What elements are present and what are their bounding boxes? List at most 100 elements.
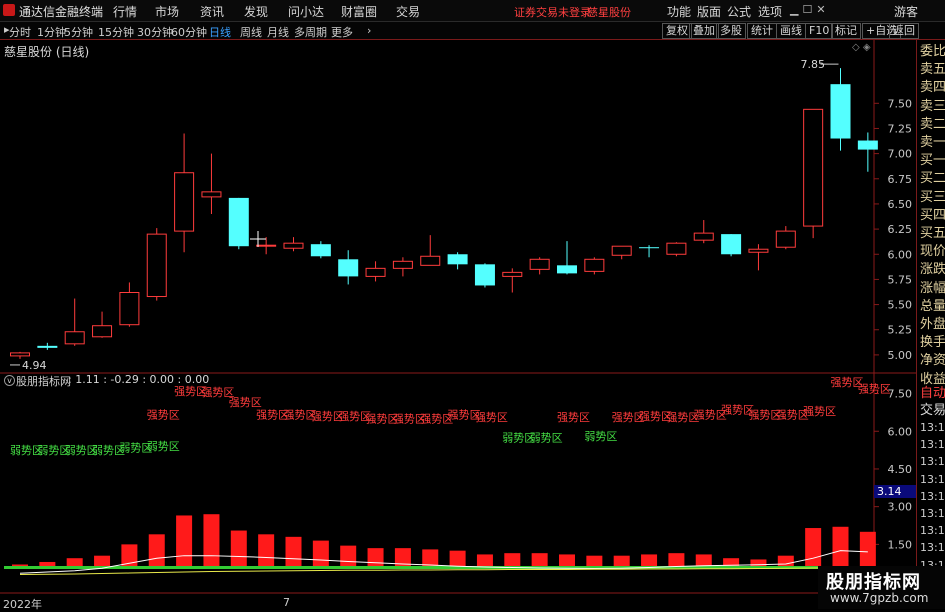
candle-body-up[interactable] [775, 230, 796, 248]
candle-body-up[interactable] [201, 191, 222, 198]
quote-label-17[interactable]: 净资 [920, 354, 945, 368]
quote-label-12[interactable]: 涨跌 [920, 263, 945, 277]
candle-body-down[interactable] [338, 259, 359, 277]
indicator-bar[interactable] [668, 553, 685, 567]
indicator-bar[interactable] [641, 554, 658, 567]
menu-layout[interactable]: 版面 [697, 3, 721, 20]
candle-body-up[interactable] [693, 232, 714, 241]
candle-body-up[interactable] [10, 352, 30, 357]
ticker-entry-7[interactable]: 13:17 [920, 507, 945, 521]
menu-quotes[interactable]: 行情 [113, 3, 137, 20]
tab-period-7[interactable]: 周线 [240, 24, 262, 40]
indicator-bar[interactable] [285, 536, 302, 567]
candle-body-down[interactable] [37, 345, 58, 348]
candle-body-up[interactable] [92, 325, 113, 338]
candle-body-down[interactable] [310, 244, 331, 257]
quote-label-2[interactable]: 卖四 [920, 81, 945, 95]
candle-body-down[interactable] [639, 247, 660, 249]
maximize-icon[interactable]: ☐ [802, 3, 816, 16]
tab-period-6[interactable]: 日线 [209, 24, 231, 40]
indicator-bar[interactable] [449, 550, 466, 567]
indicator-bar[interactable] [832, 526, 849, 567]
indicator-bar[interactable] [312, 540, 329, 567]
quote-label-15[interactable]: 外盘 [920, 318, 945, 332]
current-stock-link[interactable]: 慈星股份 [587, 4, 631, 20]
menu-wealth[interactable]: 财富圈 [341, 3, 377, 20]
indicator-bar[interactable] [66, 558, 83, 567]
candle-body-up[interactable] [256, 244, 277, 247]
candle-body-up[interactable] [174, 172, 195, 232]
menu-trade[interactable]: 交易 [396, 3, 420, 20]
candle-body-up[interactable] [666, 242, 687, 255]
chart-svg[interactable]: 5.00 5.25 5.50 5.75 6.00 6.25 6.50 6.75 7.00 7.25… [0, 40, 916, 594]
quote-label-9[interactable]: 买四 [920, 208, 945, 223]
ticker-entry-3[interactable]: 13:17 [920, 438, 945, 452]
indicator-bar[interactable] [476, 554, 493, 567]
candle-body-up[interactable] [146, 233, 167, 298]
tool-button-2[interactable]: 多股 [716, 23, 746, 39]
quote-label-11[interactable]: 现价 [920, 245, 945, 259]
indicator-bar[interactable] [340, 545, 357, 567]
tool-button-8[interactable]: 返回 [889, 23, 919, 39]
candle-body-down[interactable] [447, 254, 468, 265]
candle-body-up[interactable] [502, 271, 523, 277]
menu-formula[interactable]: 公式 [727, 3, 751, 20]
indicator-bar[interactable] [805, 528, 822, 567]
quote-label-18[interactable]: 收益 [920, 372, 945, 387]
indicator-bar[interactable] [613, 555, 630, 567]
tool-button-0[interactable]: 复权 [662, 23, 692, 39]
tool-button-6[interactable]: 标记 [831, 23, 861, 39]
menu-ask[interactable]: 问小达 [288, 3, 324, 20]
candle-body-down[interactable] [474, 264, 495, 286]
indicator-bar[interactable] [176, 515, 193, 567]
candle-body-down[interactable] [830, 84, 851, 139]
quote-label-5[interactable]: 卖一 [920, 136, 945, 150]
chart-settings-icon[interactable]: ◇ ◈ [852, 42, 871, 53]
ticker-entry-0[interactable]: 自动 [920, 387, 945, 401]
candle-body-up[interactable] [584, 258, 605, 272]
candle-body-down[interactable] [557, 265, 577, 274]
tab-period-4[interactable]: 30分钟 [137, 24, 173, 40]
ticker-entry-1[interactable]: 交易 [920, 404, 945, 418]
indicator-bar[interactable] [531, 553, 548, 567]
indicator-bar[interactable] [750, 559, 767, 567]
quote-label-1[interactable]: 卖五 [920, 63, 945, 77]
candle-body-up[interactable] [803, 108, 824, 227]
indicator-bar[interactable] [777, 555, 794, 567]
close-icon[interactable]: ✕ [816, 3, 829, 16]
indicator-bar[interactable] [367, 548, 384, 567]
trade-login-notice[interactable]: 证券交易未登录 [514, 4, 591, 20]
more-chevron-icon[interactable]: › [367, 24, 371, 37]
indicator-bar[interactable] [203, 514, 220, 567]
ticker-entry-5[interactable]: 13:17 [920, 473, 945, 487]
indicator-collapse-icon[interactable]: v [4, 375, 15, 386]
ticker-entry-6[interactable]: 13:17 [920, 490, 945, 504]
quote-label-4[interactable]: 卖二 [920, 117, 945, 132]
tab-period-2[interactable]: 5分钟 [64, 24, 93, 40]
tab-period-10[interactable]: 更多 [331, 24, 353, 40]
quote-label-16[interactable]: 换手 [920, 336, 945, 350]
indicator-bar[interactable] [148, 534, 165, 567]
ticker-entry-8[interactable]: 13:17 [920, 524, 945, 538]
tab-period-0[interactable]: 分时 [9, 24, 31, 40]
quote-label-7[interactable]: 买二 [920, 172, 945, 186]
menu-function[interactable]: 功能 [667, 3, 691, 20]
candle-body-up[interactable] [748, 248, 769, 253]
tab-period-9[interactable]: 多周期 [294, 24, 327, 40]
quote-label-6[interactable]: 买一 [920, 154, 945, 168]
menu-discover[interactable]: 发现 [244, 3, 268, 20]
tab-period-3[interactable]: 15分钟 [98, 24, 134, 40]
candle-body-down[interactable] [857, 140, 878, 150]
indicator-bar[interactable] [586, 555, 603, 567]
tool-button-1[interactable]: 叠加 [689, 23, 719, 39]
candle-body-down[interactable] [228, 197, 249, 247]
minimize-icon[interactable]: ▁ [790, 3, 802, 16]
quote-label-10[interactable]: 买五 [920, 227, 945, 241]
tab-period-8[interactable]: 月线 [267, 24, 289, 40]
tool-button-3[interactable]: 统计 [747, 23, 777, 39]
quote-label-8[interactable]: 买三 [920, 190, 945, 205]
ticker-entry-9[interactable]: 13:17 [920, 541, 945, 555]
quote-label-14[interactable]: 总量 [920, 299, 945, 314]
candle-body-down[interactable] [721, 234, 742, 255]
indicator-bar[interactable] [504, 553, 521, 567]
